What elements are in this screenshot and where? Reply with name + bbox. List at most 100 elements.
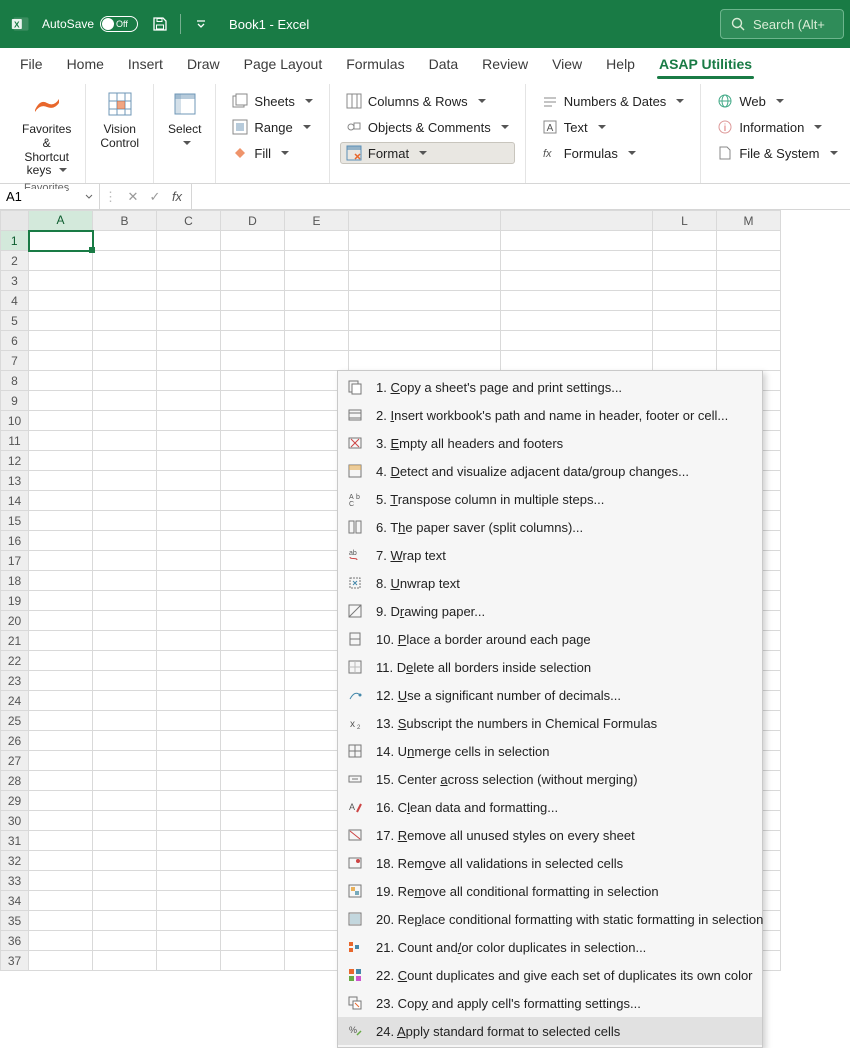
cell[interactable] — [29, 631, 93, 651]
cell[interactable] — [157, 431, 221, 451]
row-header[interactable]: 25 — [1, 711, 29, 731]
row-header[interactable]: 12 — [1, 451, 29, 471]
cell[interactable] — [93, 391, 157, 411]
row-header[interactable]: 23 — [1, 671, 29, 691]
cell[interactable] — [29, 391, 93, 411]
row-header[interactable]: 15 — [1, 511, 29, 531]
cell[interactable] — [157, 791, 221, 811]
tab-asap-utilities[interactable]: ASAP Utilities — [647, 50, 764, 78]
cell[interactable] — [93, 431, 157, 451]
cell[interactable] — [29, 351, 93, 371]
tab-help[interactable]: Help — [594, 50, 647, 78]
cell[interactable] — [717, 331, 781, 351]
cell[interactable] — [93, 311, 157, 331]
menu-item-22[interactable]: 22. Count duplicates and give each set o… — [338, 961, 762, 989]
row-header[interactable]: 29 — [1, 791, 29, 811]
cell[interactable] — [157, 911, 221, 931]
cell[interactable] — [501, 311, 653, 331]
cell[interactable] — [93, 411, 157, 431]
cell[interactable] — [157, 611, 221, 631]
search-box[interactable] — [720, 9, 844, 39]
row-header[interactable]: 16 — [1, 531, 29, 551]
cell[interactable] — [221, 871, 285, 891]
cell[interactable] — [29, 791, 93, 811]
row-header[interactable]: 36 — [1, 931, 29, 951]
cell[interactable] — [653, 331, 717, 351]
cell[interactable] — [93, 711, 157, 731]
cell[interactable] — [349, 331, 501, 351]
cell[interactable] — [157, 391, 221, 411]
row-header[interactable]: 13 — [1, 471, 29, 491]
cell[interactable] — [285, 271, 349, 291]
menu-item-15[interactable]: 15. Center across selection (without mer… — [338, 765, 762, 793]
cell[interactable] — [93, 491, 157, 511]
cell[interactable] — [221, 791, 285, 811]
column-header[interactable]: E — [285, 211, 349, 231]
cell[interactable] — [157, 931, 221, 951]
cell[interactable] — [221, 291, 285, 311]
cell[interactable] — [221, 311, 285, 331]
row-header[interactable]: 31 — [1, 831, 29, 851]
row-header[interactable]: 34 — [1, 891, 29, 911]
cell[interactable] — [157, 651, 221, 671]
column-header[interactable]: M — [717, 211, 781, 231]
menu-item-5[interactable]: AbC5. Transpose column in multiple steps… — [338, 485, 762, 513]
cell[interactable] — [93, 871, 157, 891]
cell[interactable] — [221, 271, 285, 291]
cell[interactable] — [221, 331, 285, 351]
cell[interactable] — [29, 751, 93, 771]
cell[interactable] — [157, 291, 221, 311]
row-header[interactable]: 28 — [1, 771, 29, 791]
column-header[interactable] — [349, 211, 501, 231]
cell[interactable] — [653, 351, 717, 371]
information-button[interactable]: iInformation — [711, 116, 843, 138]
name-box[interactable] — [0, 184, 100, 209]
cell[interactable] — [157, 811, 221, 831]
row-header[interactable]: 37 — [1, 951, 29, 971]
tab-formulas[interactable]: Formulas — [334, 50, 416, 78]
cell[interactable] — [29, 471, 93, 491]
cell[interactable] — [157, 691, 221, 711]
cell[interactable] — [653, 271, 717, 291]
cell[interactable] — [285, 331, 349, 351]
menu-item-3[interactable]: 3. Empty all headers and footers — [338, 429, 762, 457]
row-header[interactable]: 8 — [1, 371, 29, 391]
cell[interactable] — [29, 431, 93, 451]
cell[interactable] — [157, 751, 221, 771]
menu-item-17[interactable]: 17. Remove all unused styles on every sh… — [338, 821, 762, 849]
row-header[interactable]: 3 — [1, 271, 29, 291]
cell[interactable] — [349, 271, 501, 291]
cell[interactable] — [93, 551, 157, 571]
row-header[interactable]: 1 — [1, 231, 29, 251]
cell[interactable] — [93, 751, 157, 771]
tab-review[interactable]: Review — [470, 50, 540, 78]
row-header[interactable]: 4 — [1, 291, 29, 311]
cell[interactable] — [501, 351, 653, 371]
cell[interactable] — [157, 591, 221, 611]
cell[interactable] — [93, 771, 157, 791]
menu-item-19[interactable]: 19. Remove all conditional formatting in… — [338, 877, 762, 905]
row-header[interactable]: 10 — [1, 411, 29, 431]
menu-item-24[interactable]: %24. Apply standard format to selected c… — [338, 1017, 762, 1045]
cell[interactable] — [349, 351, 501, 371]
cell[interactable] — [93, 331, 157, 351]
cell[interactable] — [349, 311, 501, 331]
format-button[interactable]: Format — [340, 142, 515, 164]
cell[interactable] — [653, 231, 717, 251]
menu-item-7[interactable]: ab7. Wrap text — [338, 541, 762, 569]
menu-item-12[interactable]: 12. Use a significant number of decimals… — [338, 681, 762, 709]
cell[interactable] — [157, 251, 221, 271]
cell[interactable] — [93, 251, 157, 271]
cell[interactable] — [93, 731, 157, 751]
cell[interactable] — [29, 891, 93, 911]
cell[interactable] — [221, 891, 285, 911]
cell[interactable] — [221, 451, 285, 471]
cell[interactable] — [29, 911, 93, 931]
cell[interactable] — [221, 551, 285, 571]
cell[interactable] — [157, 871, 221, 891]
row-header[interactable]: 26 — [1, 731, 29, 751]
row-header[interactable]: 9 — [1, 391, 29, 411]
cell[interactable] — [29, 251, 93, 271]
cell[interactable] — [93, 671, 157, 691]
cell[interactable] — [221, 931, 285, 951]
